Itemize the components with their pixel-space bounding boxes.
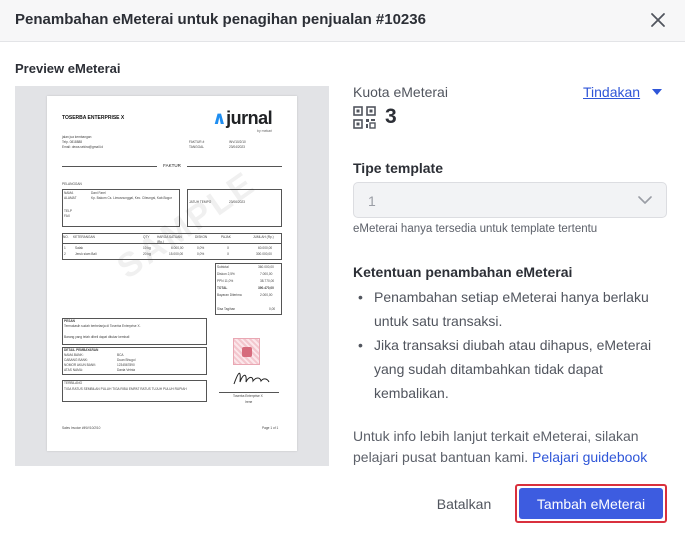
doc-table-cell: 0,0% bbox=[197, 252, 205, 256]
doc-customer-value: Kp. Bakom Cs. Limusnunggal, Kec. Cileung… bbox=[91, 196, 172, 200]
emeterai-stamp bbox=[233, 338, 260, 365]
doc-table-cell: 300.000,00 bbox=[256, 252, 272, 256]
doc-table-header: HARGA SATUAN (Rp.) bbox=[157, 235, 182, 244]
ketentuan-item: Jika transaksi diubah atau dihapus, eMet… bbox=[356, 333, 668, 405]
caret-down-icon[interactable] bbox=[652, 89, 662, 95]
add-emeterai-button[interactable]: Tambah eMeterai bbox=[519, 488, 663, 519]
doc-signer-sub: Irene bbox=[245, 400, 253, 404]
template-type-label: Tipe template bbox=[353, 160, 443, 176]
doc-customer-label: FAX bbox=[64, 214, 71, 218]
doc-customer-label: ALAMAT bbox=[64, 196, 77, 200]
template-type-value: 1 bbox=[368, 193, 376, 209]
doc-total-value: 7.000,00 bbox=[260, 272, 273, 276]
doc-total-value: 360.000,00 bbox=[258, 265, 274, 269]
doc-total-label: Subtotal bbox=[217, 265, 229, 269]
ketentuan-item: Penambahan setiap eMeterai hanya berlaku… bbox=[356, 285, 668, 333]
dialog-header: Penambahan eMeterai untuk penagihan penj… bbox=[0, 0, 685, 42]
doc-meta-label: TANGGAL bbox=[189, 145, 204, 149]
preview-label: Preview eMeterai bbox=[15, 61, 121, 76]
doc-total-value: 390.470,00 bbox=[258, 286, 274, 290]
doc-table-cell: 10 kg bbox=[143, 246, 151, 250]
submit-highlight: Tambah eMeterai bbox=[515, 484, 667, 523]
doc-pesan-line: Barang yang telah dibeli dapat ditukar k… bbox=[64, 335, 130, 339]
doc-table-cell: Jeruk siam Bali bbox=[75, 252, 97, 256]
doc-pesan-line: Termakasih sudah berbelanja di Toserba E… bbox=[64, 324, 141, 328]
doc-brand-logo: ∧jurnal bbox=[212, 108, 273, 128]
doc-table-cell: 1 bbox=[64, 246, 66, 250]
doc-footer-left: Sales Invoice #INV/10/2/10 bbox=[62, 426, 101, 430]
doc-brand-name: jurnal bbox=[226, 108, 273, 128]
doc-table-cell: 6.000,00 bbox=[171, 246, 184, 250]
emeterai-stamp-emblem bbox=[242, 347, 252, 357]
doc-total-label: Sisa Tagihan bbox=[217, 307, 236, 311]
ketentuan-title: Ketentuan penambahan eMeterai bbox=[353, 264, 573, 280]
doc-table-header: NO. bbox=[63, 235, 69, 239]
doc-table-cell: 2 bbox=[64, 252, 66, 256]
doc-signer: Toserba Enterprise X bbox=[233, 394, 263, 398]
guidebook-link[interactable]: Pelajari guidebook bbox=[532, 449, 647, 465]
doc-table-cell: Salak bbox=[75, 246, 83, 250]
doc-total-label: TOTAL bbox=[217, 286, 228, 290]
doc-bank-value: Dania Vetnia bbox=[117, 368, 136, 372]
dialog-title: Penambahan eMeterai untuk penagihan penj… bbox=[15, 11, 426, 28]
doc-meta-value: 23/04/2023 bbox=[229, 145, 245, 149]
doc-table-cell: 20 kg bbox=[143, 252, 151, 256]
doc-terbilang-text: TIGA RATUS SEMBILAN PULUH TIGA RIBU EMPA… bbox=[64, 387, 187, 391]
doc-brand-sub: by mekari bbox=[257, 129, 273, 133]
doc-total-label: PPN 11,0% bbox=[217, 279, 234, 283]
doc-company-name: TOSERBA ENTERPRISE X bbox=[62, 115, 125, 121]
doc-total-value: 38.770,00 bbox=[260, 279, 275, 283]
doc-table-cell: 0,0% bbox=[197, 246, 205, 250]
doc-table-cell: 15.000,00 bbox=[169, 252, 184, 256]
doc-table-cell: 60.000,00 bbox=[258, 246, 273, 250]
doc-address-line: Email: dewa.sekira@gmail.id bbox=[62, 145, 103, 149]
doc-table-header: KETERANGAN bbox=[73, 235, 95, 239]
doc-total-value: 2.000,00 bbox=[260, 293, 273, 297]
doc-faktur-heading: FAKTUR bbox=[163, 163, 181, 168]
ketentuan-list: Penambahan setiap eMeterai hanya berlaku… bbox=[356, 285, 668, 405]
doc-total-label: Diskon 2,5% bbox=[217, 272, 235, 276]
kuota-label: Kuota eMeterai bbox=[353, 84, 448, 100]
doc-table-cell: X bbox=[227, 246, 230, 250]
doc-signature-line bbox=[219, 392, 279, 393]
doc-footer-right: Page 1 of 1 bbox=[262, 426, 279, 430]
doc-pesan-box bbox=[62, 318, 207, 345]
template-type-hint: eMeterai hanya tersedia untuk template t… bbox=[353, 223, 598, 235]
doc-total-value: 0,00 bbox=[269, 307, 276, 311]
close-icon[interactable] bbox=[648, 10, 668, 30]
emeterai-dialog: Penambahan eMeterai untuk penagihan penj… bbox=[0, 0, 685, 544]
preview-panel: TOSERBA ENTERPRISE X ∧jurnal by mekari j… bbox=[15, 86, 329, 466]
doc-total-label: Bayaran Diterima bbox=[217, 293, 242, 297]
template-type-select[interactable]: 1 bbox=[353, 182, 667, 218]
info-text: Untuk info lebih lanjut terkait eMeterai… bbox=[353, 426, 669, 468]
cancel-button[interactable]: Batalkan bbox=[425, 491, 503, 517]
invoice-preview-document: TOSERBA ENTERPRISE X ∧jurnal by mekari j… bbox=[47, 96, 297, 451]
doc-table-header: DISKON bbox=[195, 235, 208, 239]
chevron-down-icon bbox=[638, 196, 652, 204]
doc-terbilang-label: TERBILANG bbox=[64, 381, 83, 385]
tindakan-dropdown[interactable]: Tindakan bbox=[583, 84, 640, 100]
qr-code-icon bbox=[353, 106, 376, 129]
doc-table-header: QTY bbox=[143, 235, 150, 239]
doc-table-header: JUMLAH (Rp.) bbox=[253, 235, 274, 239]
doc-bank-field: ATAS NAMA: bbox=[64, 368, 83, 372]
doc-table-header: PAJAK bbox=[221, 235, 231, 239]
signature-mark bbox=[233, 372, 270, 385]
doc-pelanggan-label: PELANGGAN bbox=[62, 182, 82, 186]
kuota-value: 3 bbox=[385, 105, 397, 128]
doc-table-cell: X bbox=[227, 252, 230, 256]
